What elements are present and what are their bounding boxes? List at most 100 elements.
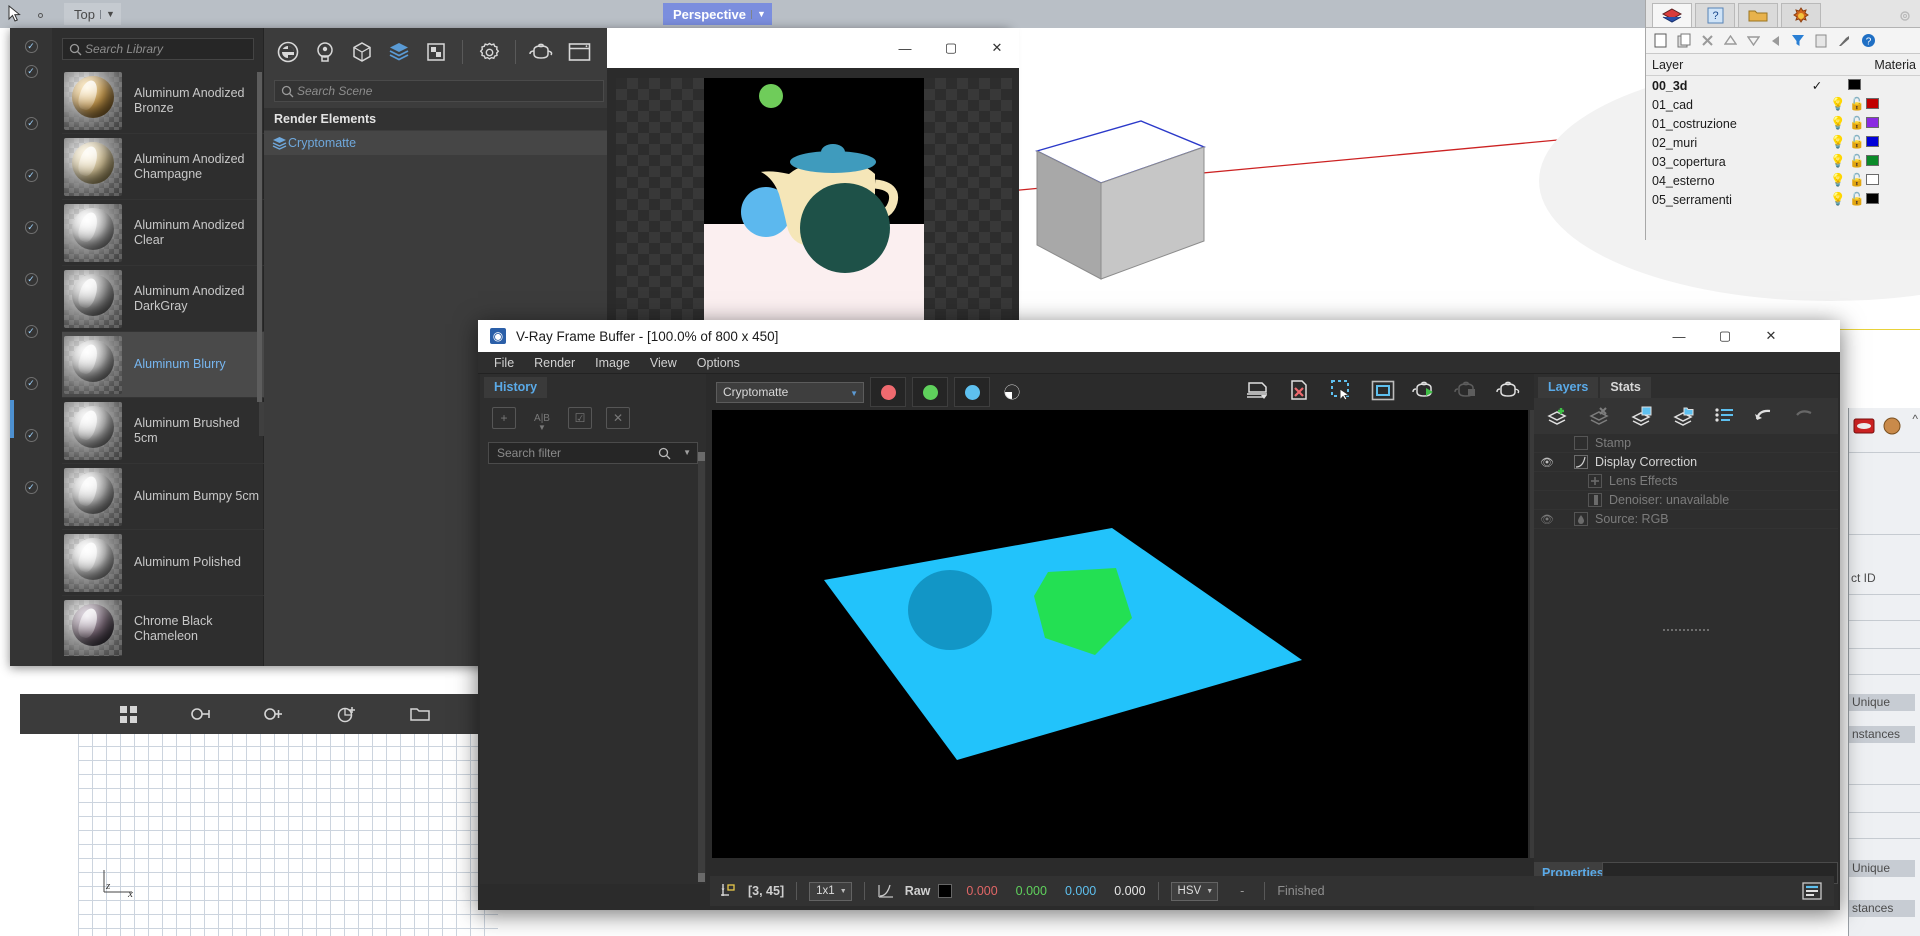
unlock-icon[interactable]: 🔓 — [1848, 116, 1866, 131]
open-folder-icon[interactable] — [410, 706, 430, 722]
layers-tab-icon[interactable] — [1652, 3, 1692, 27]
stop-render-icon[interactable] — [1454, 377, 1480, 403]
lightbulb-icon[interactable]: 💡 — [1828, 97, 1848, 112]
vfb-title-bar[interactable]: ◉ V-Ray Frame Buffer - [100.0% of 800 x … — [478, 320, 1840, 352]
close-icon[interactable]: ✕ — [975, 28, 1019, 68]
layer-row-stamp[interactable]: Stamp — [1534, 434, 1838, 453]
list-item[interactable]: Aluminum Anodized Champagne — [62, 134, 264, 200]
viewport-tab-perspective[interactable]: Perspective ▼ — [663, 3, 772, 25]
select-all-icon[interactable]: ☑ — [568, 407, 592, 429]
add-layer-icon[interactable] — [1546, 405, 1570, 427]
table-row[interactable]: 01_cad 💡 🔓 — [1646, 95, 1920, 114]
search-library-input[interactable]: Search Library — [62, 38, 254, 60]
red-channel-button[interactable] — [870, 377, 906, 407]
material-list-scrollbar[interactable] — [257, 72, 262, 402]
viewport-tab-top[interactable]: Top ▼ — [64, 3, 121, 25]
sun-tab-icon[interactable] — [1781, 3, 1821, 27]
layer-row-denoiser[interactable]: Denoiser: unavailable — [1534, 491, 1838, 510]
vfb-layers-toolbar[interactable] — [1534, 398, 1838, 434]
layer-color-swatch[interactable] — [1866, 97, 1879, 109]
eye-icon[interactable]: 👁 — [1534, 513, 1560, 526]
table-row[interactable]: 01_costruzione 💡 🔓 — [1646, 114, 1920, 133]
rendered-image[interactable] — [712, 410, 1528, 858]
vfb-toolbar[interactable] — [1244, 377, 1522, 403]
help-icon[interactable]: ? — [1861, 33, 1876, 48]
add-snapshot-icon[interactable]: + — [492, 407, 516, 429]
add-material-icon[interactable] — [264, 706, 283, 723]
scroll-up-icon[interactable]: ^ — [1912, 412, 1918, 426]
layer-color-swatch[interactable] — [1866, 173, 1879, 185]
render-last-icon[interactable] — [1412, 377, 1438, 403]
vfb-layers-tabs[interactable]: Layers Stats — [1534, 374, 1838, 398]
unique-button-1[interactable]: Unique — [1849, 694, 1915, 711]
layer-color-swatch[interactable] — [1866, 192, 1879, 204]
curve-icon[interactable] — [877, 883, 895, 899]
region-select-icon[interactable] — [1328, 377, 1354, 403]
help-tab-icon[interactable]: ? — [1695, 3, 1735, 27]
delete-layer-icon[interactable] — [1588, 405, 1612, 427]
move-down-icon[interactable] — [1747, 35, 1760, 46]
vray-frame-buffer-window[interactable]: ◉ V-Ray Frame Buffer - [100.0% of 800 x … — [478, 320, 1840, 910]
chevron-down-icon[interactable]: ▼ — [850, 389, 858, 398]
blue-channel-button[interactable] — [954, 377, 990, 407]
layer-panel-tabs[interactable]: ? — [1646, 0, 1920, 28]
history-tab[interactable]: History — [480, 374, 706, 398]
rhino-layer-panel[interactable]: ? ? Layer Materia 00_3d ✓ 01_cad 💡 🔓 01_… — [1645, 0, 1920, 240]
save-layer-icon[interactable] — [1630, 405, 1654, 427]
copy-layer-icon[interactable] — [1677, 33, 1691, 48]
delete-layer-icon[interactable] — [1701, 34, 1714, 47]
filter-icon[interactable] — [1791, 34, 1805, 48]
tools-icon[interactable] — [1837, 34, 1851, 48]
menu-image[interactable]: Image — [585, 354, 640, 372]
list-item[interactable]: Aluminum Blurry — [62, 332, 264, 398]
unlock-icon[interactable]: 🔓 — [1848, 173, 1866, 188]
material-swatch-sphere[interactable] — [1883, 417, 1901, 435]
object-properties-strip[interactable]: ^ ct ID Unique nstances Unique stances — [1848, 408, 1920, 936]
lightbulb-icon[interactable]: 💡 — [1828, 173, 1848, 188]
list-icon[interactable] — [1714, 406, 1736, 426]
layer-row-lens-effects[interactable]: Lens Effects — [1534, 472, 1838, 491]
tab-stats[interactable]: Stats — [1600, 377, 1651, 398]
lightbulb-icon[interactable]: 💡 — [1828, 116, 1848, 131]
instances-button-1[interactable]: nstances — [1849, 726, 1915, 743]
material-applied-icon[interactable]: ✓ — [24, 169, 38, 182]
lightbulb-icon[interactable]: 💡 — [1828, 192, 1848, 207]
layer-row-source-rgb[interactable]: 👁 Source: RGB — [1534, 510, 1838, 529]
chevron-down-icon[interactable]: ▼ — [1206, 888, 1213, 895]
menu-view[interactable]: View — [640, 354, 687, 372]
clear-icon[interactable]: ✕ — [606, 407, 630, 429]
layer-panel-toolbar[interactable]: ? — [1646, 28, 1920, 54]
geometry-icon[interactable] — [348, 38, 376, 66]
layer-color-swatch[interactable] — [1866, 116, 1879, 128]
unlock-icon[interactable]: 🔓 — [1848, 192, 1866, 207]
alpha-channel-button[interactable] — [1004, 384, 1020, 400]
history-search-input[interactable]: Search filter ▼ — [488, 442, 698, 464]
material-applied-icon[interactable]: ✓ — [24, 117, 38, 130]
lightbulb-icon[interactable]: 💡 — [1828, 154, 1848, 169]
folder-tab-icon[interactable] — [1738, 3, 1778, 27]
list-item[interactable]: Chrome Black Chameleon — [62, 596, 264, 656]
table-row[interactable]: 00_3d ✓ — [1646, 76, 1920, 95]
green-channel-button[interactable] — [912, 377, 948, 407]
table-row[interactable]: 02_muri 💡 🔓 — [1646, 133, 1920, 152]
chevron-down-icon[interactable]: ▼ — [99, 9, 115, 19]
asset-editor-toolbar[interactable] — [264, 28, 614, 76]
history-toolbar[interactable]: + A|B ▼ ☑ ✕ — [480, 398, 706, 438]
table-row[interactable]: 05_serramenti 💡 🔓 — [1646, 190, 1920, 209]
menu-options[interactable]: Options — [687, 354, 750, 372]
list-item[interactable]: Aluminum Anodized Clear — [62, 200, 264, 266]
instances-button-2[interactable]: stances — [1849, 900, 1915, 917]
save-image-icon[interactable] — [1244, 377, 1270, 403]
table-row[interactable]: 03_copertura 💡 🔓 — [1646, 152, 1920, 171]
material-swatch-red[interactable] — [1853, 416, 1875, 436]
material-applied-icon[interactable]: ✓ — [24, 429, 38, 442]
list-item[interactable]: Aluminum Polished — [62, 530, 264, 596]
add-preset-icon[interactable] — [337, 705, 356, 724]
current-layer-check-icon[interactable]: ✓ — [1806, 78, 1828, 93]
vfb-menu-bar[interactable]: File Render Image View Options — [478, 352, 1840, 374]
render-window-icon[interactable] — [565, 38, 593, 66]
move-up-icon[interactable] — [1724, 35, 1737, 46]
unique-button-2[interactable]: Unique — [1849, 860, 1915, 877]
lights-icon[interactable] — [311, 38, 339, 66]
menu-render[interactable]: Render — [524, 354, 585, 372]
